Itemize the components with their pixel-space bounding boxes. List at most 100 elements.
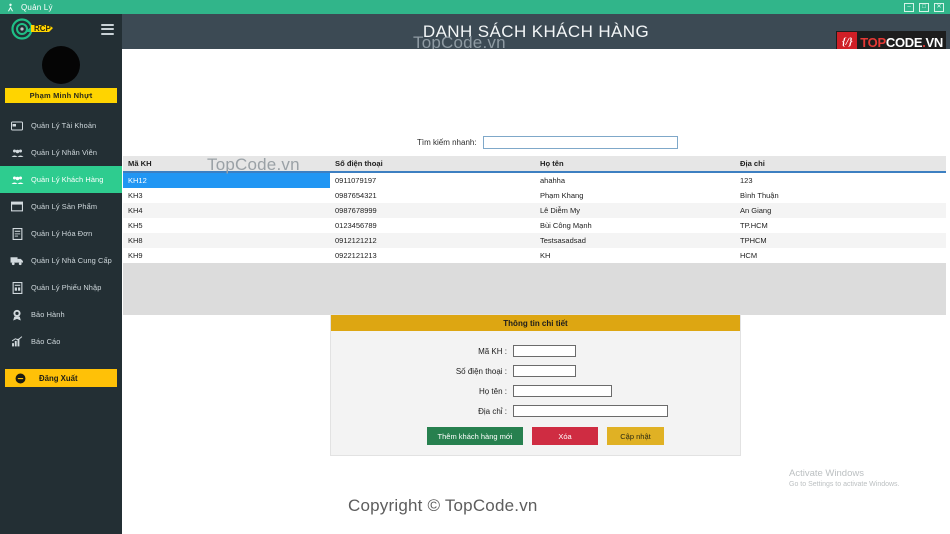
sidebar-item-phieu-nhap[interactable]: Quản Lý Phiếu Nhập: [0, 274, 122, 301]
input-so-dien-thoai[interactable]: [513, 365, 576, 377]
customer-table: Mã KH Số điện thoại Họ tên Địa chỉ KH12 …: [123, 156, 946, 315]
page-title: DANH SÁCH KHÁCH HÀNG: [422, 21, 650, 41]
column-header-so-dien-thoai[interactable]: Số điện thoại: [330, 159, 535, 168]
cell-dia-chi: 123: [740, 176, 753, 185]
sidebar-item-label: Quản Lý Tài Khoản: [31, 121, 97, 130]
quick-search-row: Tìm kiếm nhanh:: [417, 136, 678, 149]
detail-action-buttons: Thêm khách hàng mới Xóa Cập nhật: [427, 427, 740, 445]
cell-dia-chi: An Giang: [740, 206, 772, 215]
cell-ma-kh: KH8: [128, 236, 143, 245]
topcode-logo-part1: TOP: [860, 34, 886, 50]
input-dia-chi[interactable]: [513, 405, 668, 417]
table-row[interactable]: KH8 0912121212 Testsasadsad TPHCM: [123, 233, 946, 248]
activate-windows-subtitle: Go to Settings to activate Windows.: [789, 481, 900, 488]
close-button[interactable]: ✕: [934, 2, 944, 12]
cell-so-dien-thoai: 0123456789: [335, 221, 377, 230]
cell-so-dien-thoai: 0922121213: [335, 251, 377, 260]
shield-icon: [10, 308, 24, 321]
cell-dia-chi: HCM: [740, 251, 758, 260]
sidebar-item-tai-khoan[interactable]: Quản Lý Tài Khoản: [0, 112, 122, 139]
table-row[interactable]: KH9 0922121213 KH HCM: [123, 248, 946, 263]
delete-button[interactable]: Xóa: [532, 427, 598, 445]
add-customer-button[interactable]: Thêm khách hàng mới: [427, 427, 523, 445]
table-row[interactable]: KH5 0123456789 Bùi Công Mạnh TP.HCM: [123, 218, 946, 233]
detail-form: Mã KH : Số điện thoại : Họ tên : Địa chỉ…: [331, 331, 740, 455]
sidebar-item-label: Quản Lý Hóa Đơn: [31, 229, 93, 238]
cell-ma-kh: KH4: [128, 206, 143, 215]
table-header-row: Mã KH Số điện thoại Họ tên Địa chỉ: [123, 156, 946, 173]
cell-so-dien-thoai: 0987654321: [335, 191, 377, 200]
chart-icon: [10, 335, 24, 348]
window-titlebar: Quản Lý – □ ✕: [0, 0, 950, 14]
label-dia-chi: Địa chỉ :: [478, 406, 507, 416]
field-row-so-dien-thoai: Số điện thoại :: [331, 361, 740, 381]
cell-ho-ten: Phạm Khang: [540, 191, 584, 200]
field-row-ma-kh: Mã KH :: [331, 341, 740, 361]
input-ma-kh[interactable]: [513, 345, 576, 357]
cell-ma-kh: KH12: [123, 173, 330, 188]
minimize-button[interactable]: –: [904, 2, 914, 12]
sidebar-item-nhan-vien[interactable]: Quản Lý Nhân Viên: [0, 139, 122, 166]
table-empty-area: [123, 263, 946, 315]
sidebar-item-san-pham[interactable]: Quản Lý Sản Phẩm: [0, 193, 122, 220]
cell-ma-kh: KH3: [128, 191, 143, 200]
logout-button[interactable]: Đăng Xuất: [5, 369, 117, 387]
topcode-logo-part4: VN: [925, 34, 944, 50]
cell-ho-ten: Lê Diễm My: [540, 206, 581, 215]
column-header-ho-ten[interactable]: Họ tên: [535, 159, 735, 168]
sidebar-item-bao-cao[interactable]: Báo Cáo: [0, 328, 122, 355]
users-icon: [10, 173, 24, 186]
sidebar-item-hoa-don[interactable]: Quản Lý Hóa Đơn: [0, 220, 122, 247]
sidebar-item-label: Bảo Hành: [31, 310, 65, 319]
cell-ho-ten: Bùi Công Mạnh: [540, 221, 592, 230]
column-header-dia-chi[interactable]: Địa chỉ: [735, 159, 946, 168]
cell-so-dien-thoai: 0912121212: [335, 236, 377, 245]
table-row[interactable]: KH12 0911079197 ahahha 123: [123, 173, 946, 188]
truck-icon: [10, 254, 24, 267]
table-row[interactable]: KH4 0987678999 Lê Diễm My An Giang: [123, 203, 946, 218]
brand-logo-icon: RCP: [9, 18, 67, 40]
maximize-button[interactable]: □: [919, 2, 929, 12]
sidebar-menu: Quản Lý Tài Khoản Quản Lý Nhân Viên Quản…: [0, 112, 122, 355]
update-button[interactable]: Cập nhật: [607, 427, 664, 445]
input-ho-ten[interactable]: [513, 385, 612, 397]
label-ho-ten: Họ tên :: [478, 386, 507, 396]
hamburger-icon[interactable]: [101, 23, 114, 35]
topcode-logo-text: TOPCODE.VN: [860, 35, 943, 50]
search-label: Tìm kiếm nhanh:: [417, 138, 477, 147]
sidebar-item-label: Quản Lý Khách Hàng: [31, 175, 104, 184]
users-icon: [10, 146, 24, 159]
sidebar-item-khach-hang[interactable]: Quản Lý Khách Hàng: [0, 166, 122, 193]
window-controls: – □ ✕: [904, 2, 944, 12]
detail-panel: Thông tin chi tiết Mã KH : Số điện thoại…: [330, 314, 741, 456]
sidebar-item-label: Báo Cáo: [31, 337, 61, 346]
user-name-button[interactable]: Phạm Minh Nhựt: [5, 88, 117, 103]
cell-dia-chi: Bình Thuận: [740, 191, 779, 200]
field-row-dia-chi: Địa chỉ :: [331, 401, 740, 421]
table-row[interactable]: KH3 0987654321 Phạm Khang Bình Thuận: [123, 188, 946, 203]
svg-text:RCP: RCP: [34, 24, 52, 33]
topcode-logo-part2: CODE: [885, 34, 923, 50]
sidebar-item-label: Quản Lý Phiếu Nhập: [31, 283, 102, 292]
label-ma-kh: Mã KH :: [478, 346, 507, 356]
sidebar: RCP Phạm Minh Nhựt Quản Lý Tài Khoản Quả…: [0, 14, 122, 534]
invoice-icon: [10, 227, 24, 240]
activate-windows-title: Activate Windows: [789, 468, 864, 479]
document-icon: [10, 281, 24, 294]
sidebar-item-label: Quản Lý Sản Phẩm: [31, 202, 98, 211]
power-icon: [14, 373, 27, 384]
cell-dia-chi: TPHCM: [740, 236, 767, 245]
person-icon: [3, 0, 17, 14]
credit-card-icon: [10, 119, 24, 132]
detail-panel-title: Thông tin chi tiết: [331, 315, 740, 331]
main-content: Tìm kiếm nhanh: Mã KH Số điện thoại Họ t…: [122, 49, 950, 534]
sidebar-item-nha-cung-cap[interactable]: Quản Lý Nhà Cung Cấp: [0, 247, 122, 274]
sidebar-item-label: Quản Lý Nhân Viên: [31, 148, 98, 157]
column-header-ma-kh[interactable]: Mã KH: [123, 159, 330, 168]
cell-ho-ten: ahahha: [540, 176, 566, 185]
sidebar-item-bao-hanh[interactable]: Bảo Hành: [0, 301, 122, 328]
window-title: Quản Lý: [21, 2, 53, 12]
field-row-ho-ten: Họ tên :: [331, 381, 740, 401]
search-input[interactable]: [482, 136, 678, 149]
label-so-dien-thoai: Số điện thoại :: [455, 366, 507, 376]
